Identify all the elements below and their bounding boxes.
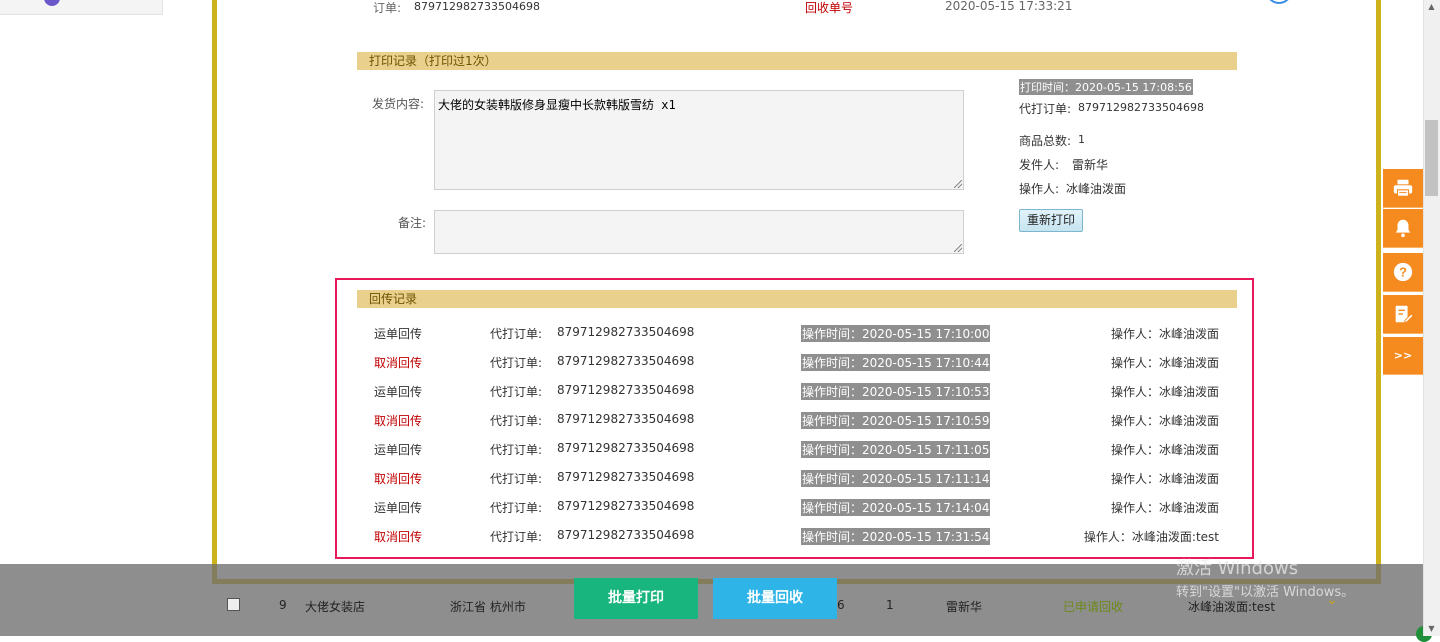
batch-print-button[interactable]: 批量打印 — [574, 578, 698, 619]
callback-order-number: 879712982733504698 — [557, 470, 695, 484]
remark-label: 备注: — [398, 216, 427, 230]
callback-operator: 操作人：冰峰油泼面 — [1110, 327, 1219, 341]
float-notice-button[interactable] — [1383, 209, 1423, 248]
callback-operator: 操作人：冰峰油泼面 — [1110, 414, 1219, 428]
total-value: 1 — [1078, 133, 1085, 146]
callback-type: 取消回传 — [374, 356, 423, 370]
callback-operate-time: 操作时间：2020-05-15 17:31:54 — [801, 528, 991, 545]
callback-operator: 操作人：冰峰油泼面 — [1110, 385, 1219, 399]
sender-label: 发件人: — [1019, 158, 1060, 172]
callback-order-number: 879712982733504698 — [557, 412, 695, 426]
row-operator: 冰峰油泼面:test — [1188, 600, 1276, 614]
callback-operate-time: 操作时间：2020-05-15 17:10:53 — [801, 383, 991, 400]
callback-order-number: 879712982733504698 — [557, 325, 695, 339]
content-text: 大佬的女装韩版修身显瘦中长款韩版雪纺 x1 — [438, 98, 676, 112]
order-time: 2020-05-15 17:33:21 — [945, 0, 1073, 13]
order-label: 订单: — [373, 1, 402, 15]
edit-note-icon — [1395, 305, 1414, 323]
callback-order-number: 879712982733504698 — [557, 383, 695, 397]
printer-icon — [1393, 179, 1413, 197]
float-help-button[interactable]: ? — [1383, 253, 1423, 292]
callback-order-number: 879712982733504698 — [557, 499, 695, 513]
row-sender: 雷新华 — [946, 600, 983, 614]
resize-grip-icon[interactable] — [954, 244, 962, 252]
scroll-up-arrow-icon[interactable]: ▲ — [1423, 0, 1440, 14]
remark-textarea[interactable] — [434, 210, 964, 254]
callback-order-number: 879712982733504698 — [557, 441, 695, 455]
windows-activation-hint: 转到"设置"以激活 Windows。 — [1176, 585, 1355, 600]
float-print-button[interactable] — [1383, 169, 1423, 208]
callback-order-label: 代打订单: — [490, 530, 543, 544]
callback-type: 取消回传 — [374, 472, 423, 486]
float-more-button[interactable]: >> — [1383, 337, 1423, 375]
batch-recycle-button[interactable]: 批量回收 — [713, 578, 837, 619]
vertical-scrollbar[interactable] — [1423, 0, 1440, 636]
recycle-number-label: 回收单号 — [805, 1, 854, 15]
callback-type: 运单回传 — [374, 501, 423, 515]
callback-order-number: 879712982733504698 — [557, 528, 695, 542]
callback-operate-time: 操作时间：2020-05-15 17:11:05 — [801, 441, 991, 458]
print-time: 打印时间：2020-05-15 17:08:56 — [1019, 79, 1193, 95]
sender-value: 雷新华 — [1072, 158, 1109, 172]
total-label: 商品总数: — [1019, 134, 1072, 148]
callback-operate-time: 操作时间：2020-05-15 17:11:14 — [801, 470, 991, 487]
callback-operator: 操作人：冰峰油泼面 — [1110, 356, 1219, 370]
callback-order-label: 代打订单: — [490, 327, 543, 341]
proxy-order-value: 879712982733504698 — [1078, 101, 1204, 114]
callback-type: 取消回传 — [374, 530, 423, 544]
operator-label: 操作人: — [1019, 182, 1060, 196]
svg-text:?: ? — [1399, 265, 1407, 280]
reprint-button[interactable]: 重新打印 — [1019, 209, 1083, 232]
float-edit-button[interactable] — [1383, 295, 1423, 334]
bell-icon — [1395, 219, 1411, 238]
callback-type: 取消回传 — [374, 414, 423, 428]
callback-operator: 操作人：冰峰油泼面 — [1110, 501, 1219, 515]
proxy-order-label: 代打订单: — [1019, 102, 1072, 116]
callback-order-number: 879712982733504698 — [557, 354, 695, 368]
callback-operator: 操作人：冰峰油泼面 — [1110, 443, 1219, 457]
row-index: 9 — [279, 598, 287, 612]
order-number: 879712982733504698 — [414, 0, 540, 13]
more-label: >> — [1393, 349, 1413, 362]
row-quantity: 1 — [886, 598, 894, 612]
operator-value: 冰峰油泼面 — [1066, 182, 1127, 196]
callback-order-label: 代打订单: — [490, 472, 543, 486]
scrollbar-thumb[interactable] — [1425, 120, 1438, 196]
callback-operate-time: 操作时间：2020-05-15 17:14:04 — [801, 499, 991, 516]
scroll-down-arrow-icon[interactable]: ▼ — [1423, 622, 1440, 636]
callback-record-header: 回传记录 — [357, 290, 1237, 308]
row-status: 已申请回收 — [1063, 600, 1124, 614]
question-icon: ? — [1393, 262, 1413, 282]
callback-operate-time: 操作时间：2020-05-15 17:10:59 — [801, 412, 991, 429]
row-region: 浙江省 杭州市 — [450, 600, 526, 614]
callback-operator: 操作人：冰峰油泼面 — [1110, 472, 1219, 486]
callback-order-label: 代打订单: — [490, 356, 543, 370]
callback-order-label: 代打订单: — [490, 385, 543, 399]
content-label: 发货内容: — [372, 97, 425, 111]
callback-type: 运单回传 — [374, 443, 423, 457]
row-shop: 大佬女装店 — [305, 600, 366, 614]
print-record-header: 打印记录（打印过1次） — [357, 52, 1237, 70]
callback-operate-time: 操作时间：2020-05-15 17:10:44 — [801, 354, 991, 371]
row-partial-number: 6 — [837, 598, 845, 612]
content-textarea[interactable]: 大佬的女装韩版修身显瘦中长款韩版雪纺 x1 — [434, 90, 964, 190]
callback-operate-time: 操作时间：2020-05-15 17:10:00 — [801, 325, 991, 342]
row-checkbox[interactable] — [227, 598, 240, 611]
windows-activation-watermark: 激活 Windows — [1176, 558, 1299, 579]
resize-grip-icon[interactable] — [954, 180, 962, 188]
callback-operator: 操作人：冰峰油泼面:test — [1083, 530, 1219, 544]
callback-order-label: 代打订单: — [490, 443, 543, 457]
left-sidebar — [0, 0, 163, 15]
callback-type: 运单回传 — [374, 385, 423, 399]
callback-order-label: 代打订单: — [490, 501, 543, 515]
callback-type: 运单回传 — [374, 327, 423, 341]
callback-order-label: 代打订单: — [490, 414, 543, 428]
